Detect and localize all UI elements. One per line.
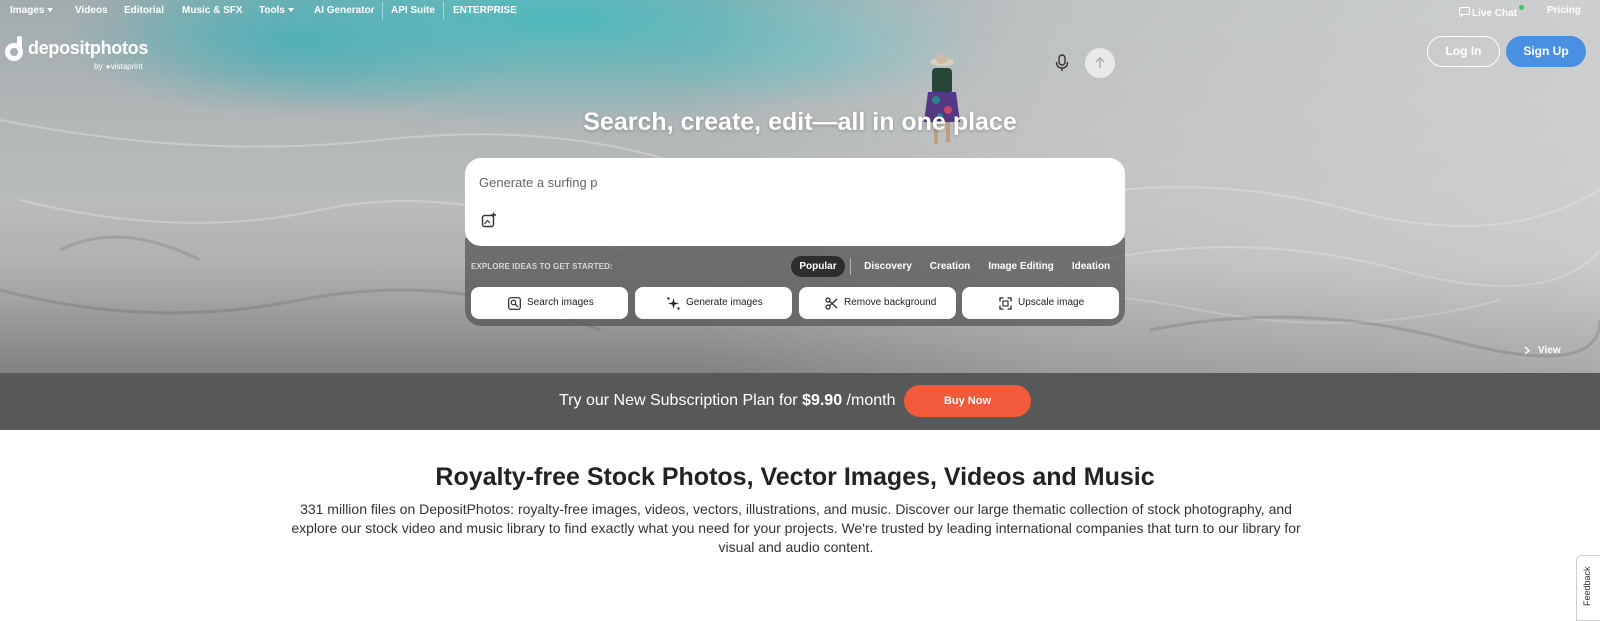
live-chat-link[interactable]: Live Chat	[1459, 5, 1525, 19]
login-button[interactable]: Log In	[1427, 36, 1500, 67]
chevron-down-icon	[47, 8, 54, 12]
search-input[interactable]	[479, 172, 1039, 192]
nav-divider	[443, 2, 444, 20]
logo-by-vistaprint: by ▸vistaprint	[94, 62, 143, 71]
generate-images-button[interactable]: Generate images	[635, 287, 792, 319]
ideas-label: EXPLORE IDEAS TO GET STARTED:	[471, 262, 613, 271]
logo-mark-icon	[5, 36, 23, 61]
submit-button[interactable]	[1085, 48, 1115, 78]
page-description: 331 million files on DepositPhotos: roya…	[291, 501, 1301, 555]
logo-text: depositphotos	[28, 38, 149, 58]
nav-divider	[382, 2, 383, 20]
search-card	[465, 158, 1125, 246]
view-photo-link[interactable]: View	[1524, 345, 1561, 356]
feedback-tab[interactable]: Feedback	[1576, 555, 1600, 621]
hero-title: Search, create, edit—all in one place	[583, 108, 1017, 136]
buy-now-button[interactable]: Buy Now	[904, 385, 1031, 417]
upscale-image-button[interactable]: Upscale image	[962, 287, 1119, 319]
tab-discovery[interactable]: Discovery	[859, 256, 917, 277]
online-status-dot	[1519, 5, 1525, 10]
search-images-icon	[508, 297, 521, 310]
nav-api-suite[interactable]: API Suite	[391, 5, 435, 16]
promo-text: Try our New Subscription Plan for $9.90 …	[559, 392, 896, 409]
chat-icon	[1459, 7, 1470, 18]
page-title: Royalty-free Stock Photos, Vector Images…	[435, 463, 1155, 491]
chevron-down-icon	[287, 8, 294, 12]
sparkle-icon	[667, 297, 680, 310]
remove-background-button[interactable]: Remove background	[799, 287, 956, 319]
nav-enterprise[interactable]: ENTERPRISE	[453, 5, 517, 16]
tab-image-editing[interactable]: Image Editing	[984, 256, 1058, 277]
nav-pricing[interactable]: Pricing	[1547, 5, 1581, 16]
top-navigation: Images Videos Editorial Music & SFX Tool…	[0, 0, 1600, 22]
signup-button[interactable]: Sign Up	[1506, 36, 1586, 67]
microphone-icon[interactable]	[1055, 54, 1069, 72]
add-image-icon[interactable]	[481, 212, 497, 228]
tab-popular[interactable]: Popular	[791, 256, 845, 277]
nav-editorial[interactable]: Editorial	[124, 5, 164, 16]
promo-price: $9.90	[802, 392, 843, 409]
chip-divider	[850, 258, 851, 275]
nav-videos[interactable]: Videos	[75, 5, 108, 16]
upscale-icon	[999, 297, 1012, 310]
nav-ai-generator[interactable]: AI Generator	[314, 5, 375, 16]
search-images-button[interactable]: Search images	[471, 287, 628, 319]
tab-creation[interactable]: Creation	[926, 256, 974, 277]
nav-images[interactable]: Images	[10, 5, 54, 16]
chevron-right-icon	[1524, 346, 1531, 355]
tab-ideation[interactable]: Ideation	[1067, 256, 1115, 277]
nav-tools[interactable]: Tools	[259, 5, 294, 16]
nav-music-sfx[interactable]: Music & SFX	[182, 5, 243, 16]
arrow-up-icon	[1095, 56, 1105, 68]
scissors-icon	[825, 297, 838, 310]
depositphotos-logo[interactable]: depositphotos by ▸vistaprint	[4, 34, 164, 74]
